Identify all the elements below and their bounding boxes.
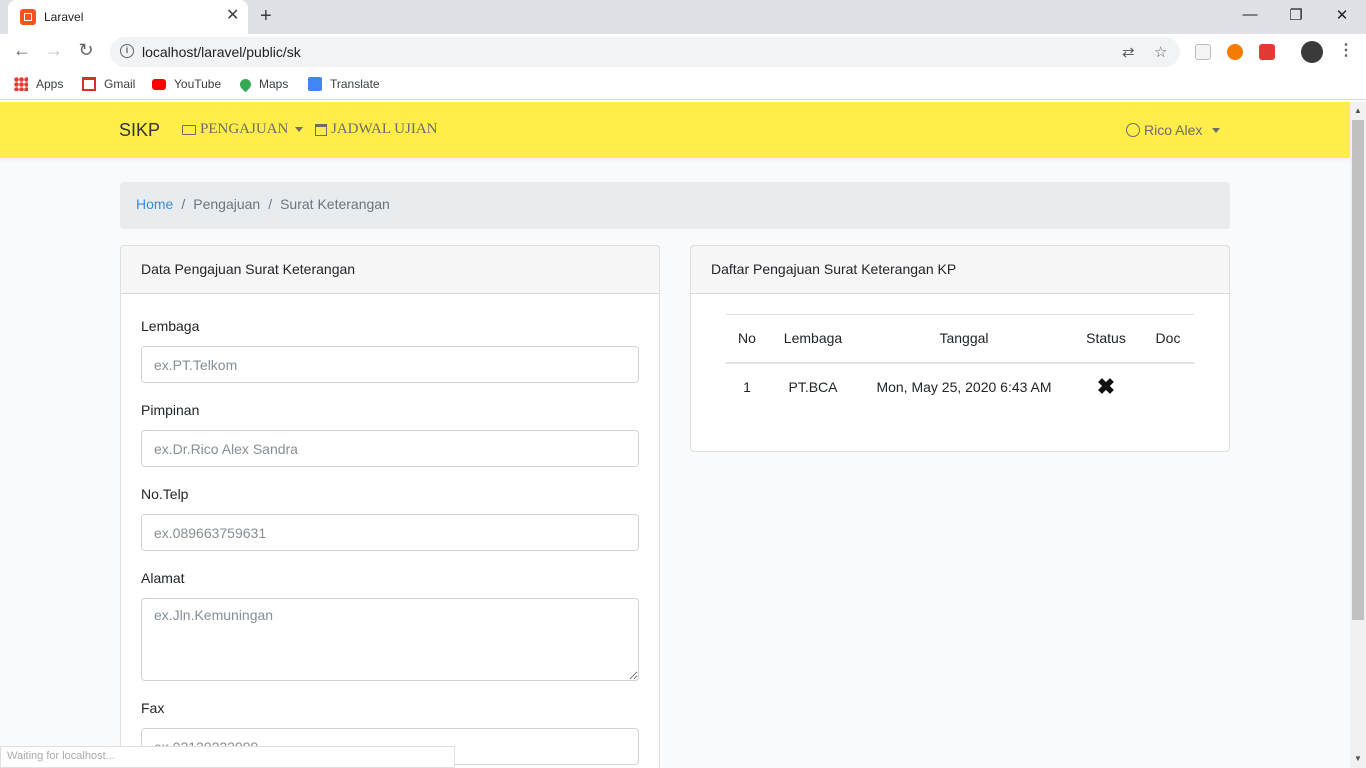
fax-label: Fax [141, 700, 165, 716]
scroll-up-icon[interactable]: ▲ [1354, 106, 1362, 115]
page-scrollbar[interactable]: ▲ ▼ [1350, 102, 1366, 768]
scroll-thumb[interactable] [1352, 120, 1364, 620]
bookmark-label: Gmail [104, 77, 136, 91]
column-header: Status [1070, 314, 1142, 364]
form-card: Data Pengajuan Surat Keterangan Lembaga … [120, 245, 660, 768]
alamat-textarea[interactable] [141, 598, 639, 681]
bookmark-translate[interactable]: Translate [308, 77, 380, 91]
breadcrumb-pengajuan: Pengajuan [193, 196, 261, 212]
browser-status-bar: Waiting for localhost... [0, 746, 455, 768]
nav-jadwal-ujian[interactable]: JADWAL UJIAN [315, 121, 438, 138]
calendar-icon [315, 123, 327, 136]
address-bar[interactable]: i localhost/laravel/public/sk ⇄ ☆ [110, 37, 1180, 67]
browser-tab[interactable]: Laravel ✕ [8, 0, 248, 34]
user-name: Rico Alex [1144, 122, 1203, 138]
table-row: 1 PT.BCA Mon, May 25, 2020 6:43 AM ✖ [726, 363, 1194, 411]
app-navbar: SIKP PENGAJUAN JADWAL UJIAN Rico Alex [0, 102, 1350, 158]
back-icon[interactable]: ← [10, 40, 34, 61]
youtube-icon [152, 78, 166, 90]
pimpinan-input[interactable] [141, 430, 639, 467]
bookmark-label: Translate [330, 77, 380, 91]
extension-icon[interactable] [1195, 44, 1211, 60]
user-dropdown[interactable]: Rico Alex [1126, 122, 1221, 138]
bookmark-label: Maps [259, 77, 289, 91]
profile-avatar[interactable] [1301, 41, 1323, 63]
column-header: Doc [1142, 314, 1194, 364]
restore-icon[interactable]: ❐ [1286, 6, 1306, 24]
alamat-label: Alamat [141, 570, 185, 586]
cell-status: ✖ [1070, 363, 1142, 411]
close-window-icon[interactable]: ✕ [1332, 6, 1352, 24]
menu-icon[interactable]: ⋮ [1338, 40, 1354, 60]
caret-down-icon [295, 127, 304, 132]
breadcrumb-home[interactable]: Home [136, 196, 173, 212]
maps-pin-icon [237, 76, 254, 92]
url-text[interactable]: localhost/laravel/public/sk [142, 44, 301, 60]
browser-tabstrip: Laravel ✕ + — ❐ ✕ [0, 0, 1366, 34]
new-tab-icon[interactable]: + [260, 6, 272, 26]
bookmark-youtube[interactable]: YouTube [152, 77, 221, 91]
table-header-row: No Lembaga Tanggal Status Doc [726, 314, 1194, 364]
bookmarks-bar: Apps Gmail YouTube Maps Translate [0, 70, 1366, 100]
lembaga-input[interactable] [141, 346, 639, 383]
scroll-down-icon[interactable]: ▼ [1354, 754, 1362, 763]
column-header: No [726, 314, 768, 364]
breadcrumb-separator: / [181, 196, 186, 212]
gmail-icon [82, 77, 96, 91]
breadcrumb: Home / Pengajuan / Surat Keterangan [120, 182, 1230, 229]
cell-lembaga: PT.BCA [788, 379, 838, 395]
bookmark-maps[interactable]: Maps [237, 76, 289, 92]
column-header: Lembaga [768, 314, 858, 364]
id-card-icon [182, 124, 196, 135]
minimize-icon[interactable]: — [1240, 6, 1260, 23]
brand-link[interactable]: SIKP [119, 120, 160, 141]
forward-icon[interactable]: → [42, 40, 66, 61]
cell-tanggal: Mon, May 25, 2020 6:43 AM [876, 379, 1052, 395]
bookmark-label: Apps [36, 77, 64, 91]
column-header: Tanggal [858, 314, 1070, 364]
form-card-title: Data Pengajuan Surat Keterangan [121, 246, 659, 294]
breadcrumb-current: Surat Keterangan [280, 196, 390, 212]
notelp-label: No.Telp [141, 486, 189, 502]
lembaga-label: Lembaga [141, 318, 200, 334]
translate-icon[interactable]: ⇄ [1122, 43, 1135, 61]
translate-icon [308, 77, 322, 91]
caret-down-icon [1212, 127, 1221, 133]
list-card-title: Daftar Pengajuan Surat Keterangan KP [691, 246, 1229, 294]
close-tab-icon[interactable]: ✕ [226, 8, 239, 24]
bookmark-label: YouTube [174, 77, 222, 91]
list-card: Daftar Pengajuan Surat Keterangan KP No … [690, 245, 1230, 452]
breadcrumb-separator: / [268, 196, 273, 212]
extension-icon[interactable] [1227, 44, 1243, 60]
user-circle-icon [1126, 123, 1140, 137]
apps-grid-icon [14, 77, 28, 91]
pengajuan-table: No Lembaga Tanggal Status Doc 1 PT.BCA M… [726, 314, 1194, 411]
nav-pengajuan-label: PENGAJUAN [200, 121, 289, 137]
notelp-input[interactable] [141, 514, 639, 551]
info-icon[interactable]: i [120, 44, 134, 58]
reload-icon[interactable]: ↻ [74, 40, 98, 61]
bookmark-star-icon[interactable]: ☆ [1154, 43, 1167, 61]
tab-title: Laravel [44, 10, 84, 24]
laravel-favicon-icon [20, 9, 36, 25]
cell-no: 1 [743, 379, 751, 395]
cell-doc [1142, 363, 1194, 411]
browser-toolbar: ← → ↻ i localhost/laravel/public/sk ⇄ ☆ … [0, 34, 1366, 70]
bookmark-gmail[interactable]: Gmail [82, 77, 135, 91]
nav-jadwal-label: JADWAL UJIAN [331, 121, 438, 137]
status-rejected-icon: ✖ [1096, 374, 1116, 399]
nav-pengajuan-dropdown[interactable]: PENGAJUAN [182, 121, 304, 138]
extension-icon[interactable] [1259, 44, 1275, 60]
bookmark-apps[interactable]: Apps [14, 77, 63, 91]
pimpinan-label: Pimpinan [141, 402, 200, 418]
page-viewport: SIKP PENGAJUAN JADWAL UJIAN Rico Alex Ho… [0, 102, 1350, 768]
